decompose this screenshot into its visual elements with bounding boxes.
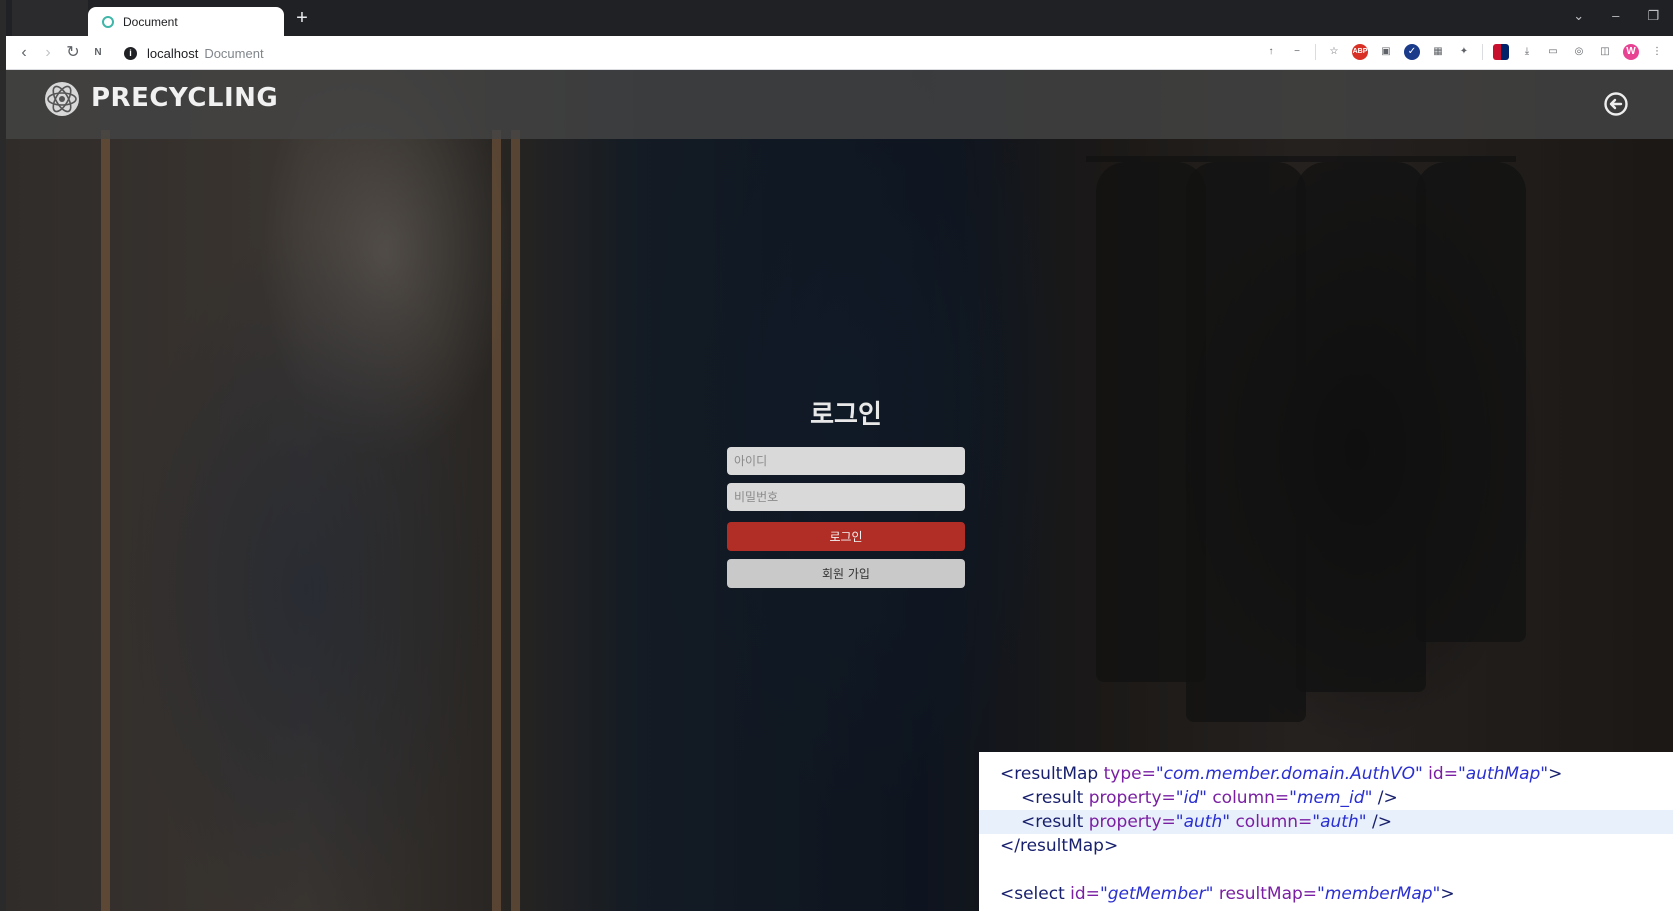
tab-bar: Document + ⌄ – ❐	[6, 0, 1673, 36]
forward-icon[interactable]: ›	[38, 43, 58, 63]
login-title: 로그인	[810, 400, 882, 430]
bookmark-star-icon[interactable]: ☆	[1326, 44, 1342, 60]
address-bar[interactable]: i localhost Document	[124, 40, 1244, 66]
back-icon[interactable]: ‹	[14, 43, 34, 63]
code-value: "auth"	[1175, 812, 1231, 832]
login-form: 로그인 로그인 회원 가입	[727, 394, 965, 588]
extension-n-icon[interactable]: N	[88, 43, 108, 63]
adblock-icon[interactable]: ABP	[1352, 44, 1368, 60]
download-icon[interactable]: ⤓	[1519, 44, 1535, 60]
extension-check-icon[interactable]: ✓	[1404, 44, 1420, 60]
background-photo	[101, 130, 110, 911]
code-attribute: type=	[1098, 764, 1156, 784]
logout-arrow-icon[interactable]	[1603, 91, 1629, 117]
screen: Document + ⌄ – ❐ ‹ › ↻ N i localhost Doc…	[0, 0, 1673, 911]
code-attribute: column=	[1230, 812, 1313, 832]
site-header: PRECYCLING	[6, 70, 1673, 139]
cast-icon[interactable]: ▭	[1545, 44, 1561, 60]
side-panel-icon[interactable]: ◫	[1597, 44, 1613, 60]
browser-toolbar: ‹ › ↻ N i localhost Document ↑ − ☆ ABP ▣…	[6, 36, 1673, 70]
signup-button[interactable]: 회원 가입	[727, 559, 965, 588]
background-photo	[492, 130, 501, 911]
password-input[interactable]	[727, 483, 965, 511]
extension-grid-icon[interactable]: ▦	[1430, 44, 1446, 60]
screenshot-icon[interactable]: ◎	[1571, 44, 1587, 60]
code-tag-close: >	[1440, 884, 1455, 904]
atom-globe-icon[interactable]	[44, 81, 80, 117]
code-attribute: id=	[1422, 764, 1458, 784]
code-line: <result property="id" column="mem_id" />	[979, 786, 1673, 810]
code-attribute: property=	[1083, 788, 1176, 808]
minimize-button[interactable]: –	[1612, 8, 1619, 24]
loading-favicon-icon	[102, 15, 114, 28]
extension-card-icon[interactable]: ▣	[1378, 44, 1394, 60]
reload-icon[interactable]: ↻	[63, 43, 83, 63]
code-line: </resultMap>	[979, 834, 1673, 858]
window-controls: ⌄ – ❐	[1573, 8, 1659, 24]
code-tag: <select	[1000, 884, 1065, 904]
code-tag-close: />	[1366, 812, 1392, 832]
code-line: <result property="auth" column="auth" />	[979, 810, 1673, 834]
code-value: "authMap"	[1457, 764, 1549, 784]
code-snippet-panel: <resultMap type="com.member.domain.AuthV…	[979, 752, 1673, 911]
profile-avatar[interactable]: W	[1623, 44, 1639, 60]
tab-document[interactable]: Document	[88, 7, 284, 36]
code-value: "auth"	[1312, 812, 1367, 832]
code-tag-close: />	[1372, 788, 1398, 808]
code-line: <resultMap type="com.member.domain.AuthV…	[979, 762, 1673, 786]
code-attribute: property=	[1083, 812, 1176, 832]
toolbar-divider	[1315, 44, 1316, 60]
code-tag: </resultMap>	[1000, 836, 1119, 856]
background-photo	[511, 130, 520, 911]
url-host: localhost	[147, 45, 199, 61]
background-photo	[1416, 162, 1526, 642]
tab-search-icon[interactable]: ⌄	[1573, 8, 1584, 24]
id-input[interactable]	[727, 447, 965, 475]
site-info-icon[interactable]: i	[124, 46, 137, 60]
code-tag: <result	[1021, 812, 1084, 832]
code-value: "id"	[1175, 788, 1207, 808]
tab-title: Document	[123, 14, 178, 29]
login-button[interactable]: 로그인	[727, 522, 965, 551]
code-value: "getMember"	[1099, 884, 1214, 904]
code-attribute: column=	[1206, 788, 1290, 808]
code-tag: <resultMap	[1000, 764, 1099, 784]
menu-kebab-icon[interactable]: ⋮	[1649, 44, 1665, 60]
restore-button[interactable]: ❐	[1647, 8, 1659, 24]
toolbar-divider	[1482, 44, 1483, 60]
background-photo	[1296, 162, 1426, 692]
extensions-puzzle-icon[interactable]: ✦	[1456, 44, 1472, 60]
zoom-out-icon[interactable]: −	[1289, 44, 1305, 60]
extension-flag-icon[interactable]	[1493, 44, 1509, 60]
code-value: "com.member.domain.AuthVO"	[1155, 764, 1423, 784]
code-value: "mem_id"	[1289, 788, 1373, 808]
tab-bar-corner	[12, 0, 88, 36]
share-icon[interactable]: ↑	[1263, 44, 1279, 60]
code-tag-close: >	[1548, 764, 1563, 784]
background-photo	[1186, 162, 1306, 722]
url-page-title: Document	[204, 45, 264, 61]
code-attribute: id=	[1064, 884, 1100, 904]
code-value: "memberMap"	[1317, 884, 1441, 904]
extension-icons: ↑ − ☆ ABP ▣ ✓ ▦ ✦ ⤓ ▭ ◎ ◫ W ⋮	[1263, 44, 1665, 60]
new-tab-button[interactable]: +	[292, 8, 312, 28]
brand-name[interactable]: PRECYCLING	[91, 83, 278, 113]
code-tag: <result	[1021, 788, 1084, 808]
code-line: <select id="getMember" resultMap="member…	[979, 882, 1673, 906]
code-attribute: resultMap=	[1213, 884, 1318, 904]
